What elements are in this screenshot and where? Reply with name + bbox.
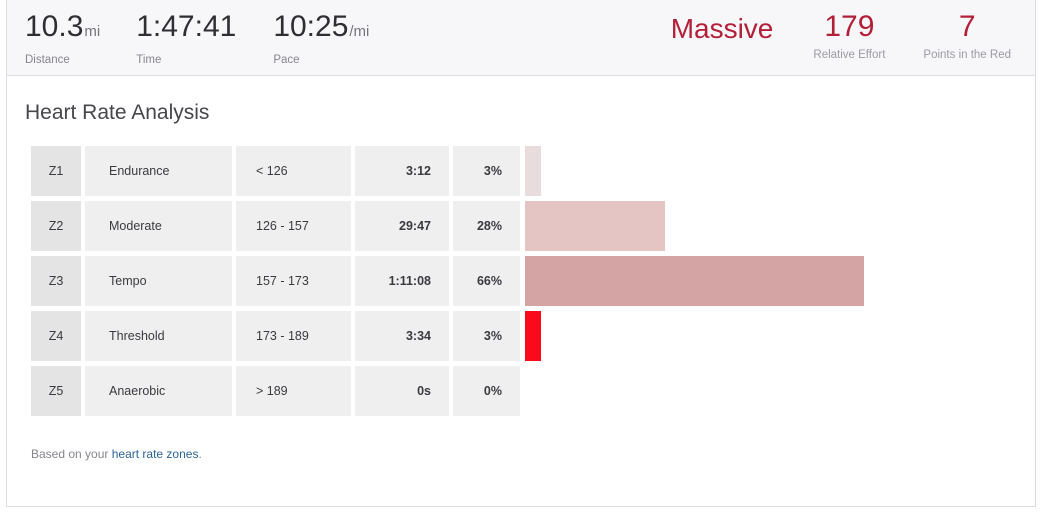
table-row: Z5Anaerobic> 1890s0% xyxy=(31,366,1035,416)
points-in-the-red-label: Points in the Red xyxy=(923,49,1011,62)
zone-badge: Z4 xyxy=(31,311,81,361)
pace-value: 10:25/mi xyxy=(273,10,369,49)
zone-percent: 3% xyxy=(453,311,520,361)
heart-rate-zone-table: Z1Endurance< 1263:123%Z2Moderate126 - 15… xyxy=(7,146,1035,416)
distance-value: 10.3mi xyxy=(25,10,100,49)
zone-name: Moderate xyxy=(85,201,232,251)
table-row: Z1Endurance< 1263:123% xyxy=(31,146,1035,196)
time-value: 1:47:41 xyxy=(136,10,237,49)
points-in-the-red-value: 7 xyxy=(923,10,1011,44)
zone-time: 0s xyxy=(355,366,449,416)
pace-unit: /mi xyxy=(349,23,369,40)
zones-footnote: Based on your heart rate zones. xyxy=(7,421,1035,461)
zone-badge: Z1 xyxy=(31,146,81,196)
zone-bar-track xyxy=(525,146,1035,196)
relative-effort-value: 179 xyxy=(813,10,885,44)
zone-name: Endurance xyxy=(85,146,232,196)
stat-time: 1:47:41 Time xyxy=(136,10,237,67)
zone-badge: Z5 xyxy=(31,366,81,416)
zone-bar xyxy=(525,146,541,196)
zone-bar xyxy=(525,256,864,306)
zone-bar xyxy=(525,201,665,251)
heart-rate-zones-link[interactable]: heart rate zones xyxy=(112,447,199,461)
footnote-prefix: Based on your xyxy=(31,447,112,461)
stat-relative-effort: 179 Relative Effort xyxy=(813,10,885,62)
zone-bar-track xyxy=(525,366,1035,416)
activity-summary-header: 10.3mi Distance 1:47:41 Time 10:25/mi Pa… xyxy=(6,0,1036,76)
zone-percent: 0% xyxy=(453,366,520,416)
zone-percent: 28% xyxy=(453,201,520,251)
zone-bpm-range: < 126 xyxy=(236,146,351,196)
zone-time: 1:11:08 xyxy=(355,256,449,306)
zone-bar-track xyxy=(525,256,1035,306)
zone-bpm-range: 157 - 173 xyxy=(236,256,351,306)
zone-time: 3:34 xyxy=(355,311,449,361)
zone-bpm-range: > 189 xyxy=(236,366,351,416)
zone-bpm-range: 126 - 157 xyxy=(236,201,351,251)
stat-effort-word: Massive xyxy=(671,10,774,46)
distance-unit: mi xyxy=(84,23,100,40)
zone-percent: 3% xyxy=(453,146,520,196)
table-row: Z3Tempo157 - 1731:11:0866% xyxy=(31,256,1035,306)
zone-bar xyxy=(525,311,541,361)
zone-badge: Z2 xyxy=(31,201,81,251)
stat-distance: 10.3mi Distance xyxy=(25,10,100,67)
zone-badge: Z3 xyxy=(31,256,81,306)
zone-percent: 66% xyxy=(453,256,520,306)
zone-bar-track xyxy=(525,201,1035,251)
zone-bar-track xyxy=(525,311,1035,361)
zone-time: 3:12 xyxy=(355,146,449,196)
pace-label: Pace xyxy=(273,54,369,67)
table-row: Z2Moderate126 - 15729:4728% xyxy=(31,201,1035,251)
zone-bpm-range: 173 - 189 xyxy=(236,311,351,361)
zone-name: Tempo xyxy=(85,256,232,306)
relative-effort-label: Relative Effort xyxy=(813,49,885,62)
summary-effort-stats: Massive 179 Relative Effort 7 Points in … xyxy=(671,0,1035,62)
stat-pace: 10:25/mi Pace xyxy=(273,10,369,67)
zone-name: Threshold xyxy=(85,311,232,361)
table-row: Z4Threshold173 - 1893:343% xyxy=(31,311,1035,361)
footnote-suffix: . xyxy=(198,447,201,461)
summary-primary-stats: 10.3mi Distance 1:47:41 Time 10:25/mi Pa… xyxy=(7,0,369,67)
time-label: Time xyxy=(136,54,237,67)
zone-name: Anaerobic xyxy=(85,366,232,416)
zone-time: 29:47 xyxy=(355,201,449,251)
distance-label: Distance xyxy=(25,54,100,67)
effort-word-value: Massive xyxy=(671,12,774,46)
page-title: Heart Rate Analysis xyxy=(7,76,1035,126)
heart-rate-analysis-card: Heart Rate Analysis Z1Endurance< 1263:12… xyxy=(6,76,1036,507)
stat-points-in-the-red: 7 Points in the Red xyxy=(923,10,1011,62)
activity-heart-rate-page: 10.3mi Distance 1:47:41 Time 10:25/mi Pa… xyxy=(0,0,1042,515)
